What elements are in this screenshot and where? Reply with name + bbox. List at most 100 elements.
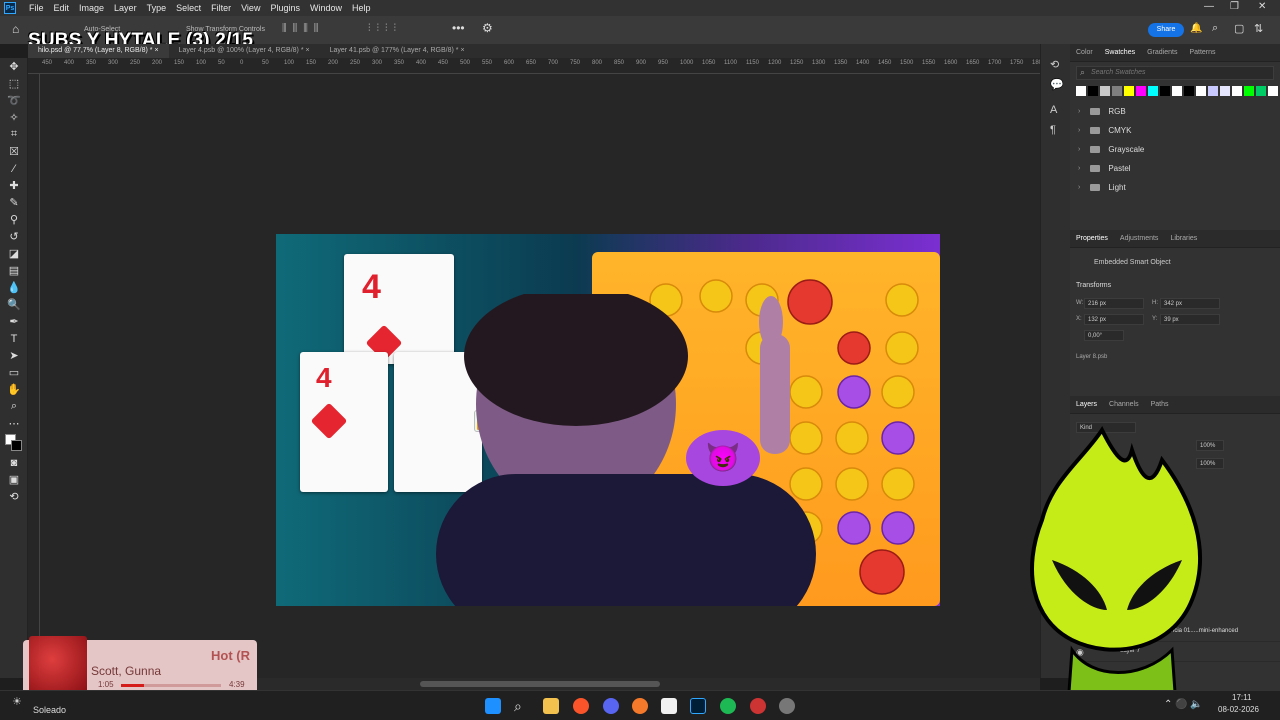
type-tool-icon[interactable]: T <box>0 330 28 347</box>
color-swatch[interactable] <box>1244 86 1254 96</box>
windows-start-icon[interactable] <box>485 698 501 714</box>
tab-channels[interactable]: Channels <box>1103 401 1145 408</box>
swatch-group-rgb[interactable]: › RGB <box>1070 102 1280 121</box>
menu-filter[interactable]: Filter <box>206 3 236 13</box>
move-tool-icon[interactable]: ✥ <box>0 58 28 75</box>
color-swatch[interactable] <box>1160 86 1170 96</box>
color-swatch[interactable] <box>1184 86 1194 96</box>
lasso-tool-icon[interactable]: ➰ <box>0 92 28 109</box>
color-swatch[interactable] <box>1100 86 1110 96</box>
menu-window[interactable]: Window <box>305 3 347 13</box>
color-swatches-icon[interactable] <box>0 432 28 454</box>
pen-tool-icon[interactable]: ✒ <box>0 313 28 330</box>
color-swatch[interactable] <box>1088 86 1098 96</box>
workspace-icon[interactable]: ▢ <box>1234 22 1244 35</box>
blur-tool-icon[interactable]: 💧 <box>0 279 28 296</box>
more-options-icon[interactable]: ••• <box>452 21 465 35</box>
tab-properties[interactable]: Properties <box>1070 235 1114 242</box>
close-icon[interactable]: ✕ <box>1258 1 1266 12</box>
edit-toolbar-icon[interactable]: ⟲ <box>0 488 28 505</box>
menu-layer[interactable]: Layer <box>109 3 142 13</box>
notion-icon[interactable] <box>661 698 677 714</box>
hand-tool-icon[interactable]: ✋ <box>0 381 28 398</box>
brush-tool-icon[interactable]: ✎ <box>0 194 28 211</box>
eyedropper-icon[interactable]: ⁄ <box>0 160 28 177</box>
panel-options-icon[interactable]: ⇅ <box>1254 22 1263 35</box>
height-field[interactable]: 342 px <box>1160 298 1220 309</box>
tab-layer41[interactable]: Layer 41.psb @ 177% (Layer 4, RGB/8) * × <box>320 44 475 58</box>
color-swatch[interactable] <box>1076 86 1086 96</box>
healing-brush-icon[interactable]: ✚ <box>0 177 28 194</box>
menu-type[interactable]: Type <box>142 3 172 13</box>
document-canvas[interactable]: 4 4 ⏬ 😈 <box>276 234 940 606</box>
menu-select[interactable]: Select <box>171 3 206 13</box>
color-swatch[interactable] <box>1112 86 1122 96</box>
clock-date[interactable]: 08-02-2026 <box>1218 705 1259 714</box>
color-swatch[interactable] <box>1124 86 1134 96</box>
color-swatch[interactable] <box>1172 86 1182 96</box>
swatch-group-cmyk[interactable]: › CMYK <box>1070 121 1280 140</box>
tab-hilo[interactable]: hilo.psd @ 77,7% (Layer 8, RGB/8) * × <box>28 44 169 58</box>
swatch-group-light[interactable]: › Light <box>1070 178 1280 197</box>
color-swatch[interactable] <box>1196 86 1206 96</box>
more-tools-icon[interactable]: ⋯ <box>0 415 28 432</box>
obs-icon[interactable] <box>779 698 795 714</box>
color-swatch[interactable] <box>1256 86 1266 96</box>
tab-libraries[interactable]: Libraries <box>1164 235 1203 242</box>
swatch-group-grayscale[interactable]: › Grayscale <box>1070 140 1280 159</box>
blender-icon[interactable] <box>632 698 648 714</box>
color-swatch[interactable] <box>1220 86 1230 96</box>
history-brush-icon[interactable]: ↺ <box>0 228 28 245</box>
tab-gradients[interactable]: Gradients <box>1141 49 1183 56</box>
maximize-icon[interactable]: ❐ <box>1230 1 1239 12</box>
distribute-icons[interactable]: ⫶⫶⫶⫶ <box>368 23 402 34</box>
gradient-tool-icon[interactable]: ▤ <box>0 262 28 279</box>
frame-tool-icon[interactable]: ☒ <box>0 143 28 160</box>
menu-help[interactable]: Help <box>347 3 376 13</box>
discord-icon[interactable] <box>603 698 619 714</box>
menu-plugins[interactable]: Plugins <box>265 3 305 13</box>
screen-mode-icon[interactable]: ▣ <box>0 471 28 488</box>
search-swatches-field[interactable]: ⌕ Search Swatches <box>1076 66 1274 80</box>
swatch-group-pastel[interactable]: › Pastel <box>1070 159 1280 178</box>
clock-time[interactable]: 17:11 <box>1232 693 1251 702</box>
search-icon[interactable]: ⌕ <box>514 698 530 714</box>
tab-layer4[interactable]: Layer 4.psb @ 100% (Layer 4, RGB/8) * × <box>169 44 320 58</box>
color-swatch[interactable] <box>1268 86 1278 96</box>
path-select-icon[interactable]: ➤ <box>0 347 28 364</box>
paragraph-icon[interactable]: ¶ <box>1050 124 1056 136</box>
photoshop-taskbar-icon[interactable] <box>690 698 706 714</box>
color-swatch[interactable] <box>1232 86 1242 96</box>
history-icon[interactable]: ⟲ <box>1050 58 1059 71</box>
color-swatch[interactable] <box>1148 86 1158 96</box>
share-button[interactable]: Share <box>1148 23 1184 37</box>
x-field[interactable]: 132 px <box>1084 314 1144 325</box>
menu-image[interactable]: Image <box>74 3 109 13</box>
tab-swatches[interactable]: Swatches <box>1099 49 1141 56</box>
vivaldi-icon[interactable] <box>750 698 766 714</box>
system-tray-icons[interactable]: ⌃ ⚫ 🔈 <box>1164 699 1203 710</box>
file-explorer-icon[interactable] <box>543 698 559 714</box>
align-icons[interactable]: ⫼⫼⫼⫼ <box>282 23 324 34</box>
minimize-icon[interactable]: — <box>1204 1 1214 12</box>
rectangle-tool-icon[interactable]: ▭ <box>0 364 28 381</box>
tab-paths[interactable]: Paths <box>1145 401 1175 408</box>
eraser-tool-icon[interactable]: ◪ <box>0 245 28 262</box>
menu-file[interactable]: File <box>24 3 49 13</box>
weather-label[interactable]: Soleado <box>33 705 66 715</box>
y-field[interactable]: 39 px <box>1160 314 1220 325</box>
tab-color[interactable]: Color <box>1070 49 1099 56</box>
character-icon[interactable]: A <box>1050 104 1057 116</box>
home-icon[interactable]: ⌂ <box>12 22 19 36</box>
angle-field[interactable]: 0,00° <box>1084 330 1124 341</box>
gear-icon[interactable]: ⚙ <box>482 21 493 35</box>
crop-tool-icon[interactable]: ⌗ <box>0 126 28 143</box>
scrollbar-thumb[interactable] <box>420 681 660 687</box>
search-icon[interactable]: ⌕ <box>1212 22 1218 35</box>
brave-browser-icon[interactable] <box>573 698 589 714</box>
width-field[interactable]: 216 px <box>1084 298 1144 309</box>
spotify-icon[interactable] <box>720 698 736 714</box>
menu-view[interactable]: View <box>236 3 265 13</box>
weather-icon[interactable]: ☀ <box>12 695 22 708</box>
stamp-tool-icon[interactable]: ⚲ <box>0 211 28 228</box>
